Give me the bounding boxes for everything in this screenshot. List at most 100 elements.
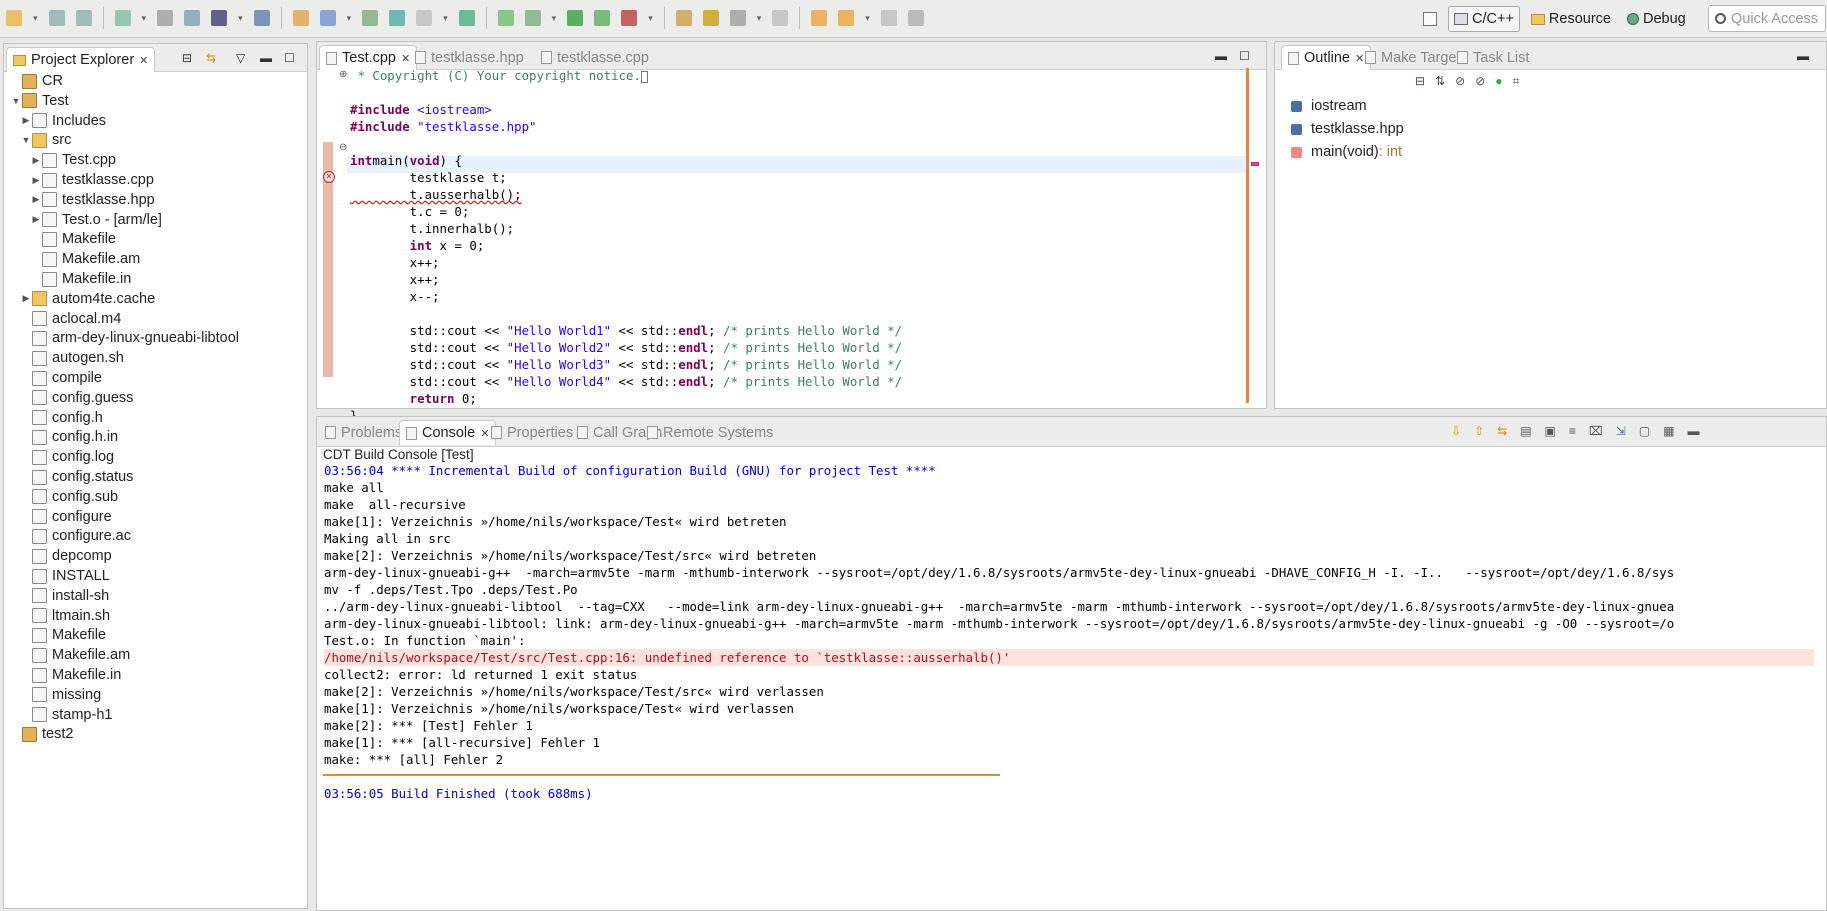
tree-item[interactable]: install-sh	[4, 586, 109, 606]
pin-icon[interactable]	[907, 10, 924, 26]
tab-task-list[interactable]: Task List	[1451, 45, 1535, 70]
view-menu-icon[interactable]: ▽	[236, 51, 245, 65]
tree-item[interactable]: missing	[4, 685, 101, 705]
tree-item[interactable]: config.status	[4, 467, 133, 487]
tree-item[interactable]: ▶ Test.cpp	[4, 150, 116, 170]
tab-problems[interactable]: Problems	[319, 420, 408, 445]
tree-item[interactable]: config.h	[4, 408, 103, 428]
console-output[interactable]: 03:56:04 **** Incremental Build of confi…	[324, 462, 1814, 802]
tree-item[interactable]: aclocal.m4	[4, 309, 121, 329]
tab-properties[interactable]: Properties	[485, 420, 579, 445]
perspective-resource-button[interactable]: Resource	[1526, 6, 1616, 32]
binary-icon[interactable]	[184, 10, 201, 26]
tree-item[interactable]: ▶ testklasse.cpp	[4, 170, 154, 190]
tree-item[interactable]: stamp-h1	[4, 705, 112, 725]
tree-item[interactable]: config.guess	[4, 388, 133, 408]
outline-minimize-icon[interactable]: ▬	[1797, 49, 1809, 63]
tree-item[interactable]: ▶ autom4te.cache	[4, 289, 156, 309]
collapse-function-icon[interactable]: ⊖	[339, 142, 347, 153]
tree-item[interactable]: test2	[4, 724, 73, 744]
skip-icon[interactable]	[253, 10, 270, 26]
dropdown-arrow-icon[interactable]: ▾	[757, 13, 762, 24]
coverage-icon[interactable]	[594, 10, 611, 26]
tree-item[interactable]: Makefile.in	[4, 665, 121, 685]
group-icon[interactable]: ⌗	[1513, 74, 1520, 94]
overview-error-mark[interactable]	[1251, 162, 1259, 166]
scroll-lock-icon[interactable]: ▣	[1545, 424, 1556, 438]
forward-icon[interactable]	[880, 10, 897, 26]
word-wrap-icon[interactable]: ≡	[1569, 424, 1576, 438]
hammer-icon[interactable]	[157, 10, 174, 26]
tree-item[interactable]: config.sub	[4, 487, 118, 507]
tree-item[interactable]: ▶ Test.o - [arm/le]	[4, 210, 162, 230]
gear-icon[interactable]	[362, 10, 379, 26]
annotation-icon[interactable]	[729, 10, 746, 26]
dropdown-arrow-icon[interactable]: ▾	[238, 13, 243, 24]
tree-item[interactable]: Makefile.in	[4, 269, 131, 289]
chevron-right-icon[interactable]: ▶	[30, 214, 42, 225]
editor-minimize-icon[interactable]: ▬	[1215, 49, 1227, 63]
next-annotation-icon[interactable]: ⇩	[1451, 424, 1461, 438]
chevron-right-icon[interactable]: ▶	[20, 293, 32, 304]
run-icon[interactable]	[567, 10, 584, 26]
dropdown-arrow-icon[interactable]: ▾	[552, 13, 557, 24]
tree-item[interactable]: config.h.in	[4, 427, 118, 447]
maximize-icon[interactable]: ☐	[284, 51, 295, 65]
tree-item[interactable]: CR	[4, 71, 63, 91]
quick-access-field[interactable]: Quick Access	[1708, 5, 1826, 32]
hide-fields-icon[interactable]: ⊘	[1455, 74, 1465, 94]
search-icon[interactable]	[702, 10, 719, 26]
new-source-icon[interactable]	[458, 10, 475, 26]
tree-item[interactable]: ▶ testklasse.hpp	[4, 190, 155, 210]
perspective-cpp-button[interactable]: C/C++	[1448, 6, 1520, 32]
expand-comment-icon[interactable]: ⊕	[339, 69, 347, 80]
source-code[interactable]: * Copyright (C) Your copyright notice. #…	[350, 67, 902, 424]
display-console-icon[interactable]: ▢	[1639, 424, 1650, 438]
sort-icon[interactable]: ⇅	[1435, 74, 1445, 94]
chevron-right-icon[interactable]: ▶	[30, 194, 42, 205]
tree-item[interactable]: ▼ Test	[4, 91, 69, 111]
outline-item[interactable]: testklasse.hpp	[1291, 119, 1811, 139]
prev-icon[interactable]	[811, 10, 828, 26]
save-icon[interactable]	[48, 10, 65, 26]
stop-icon[interactable]	[621, 10, 638, 26]
new-icon[interactable]	[6, 10, 22, 26]
remove-launch-icon[interactable]: ⌧	[1589, 424, 1603, 438]
hide-static-icon[interactable]: ⊘	[1475, 74, 1485, 94]
hide-nonpublic-icon[interactable]: ●	[1495, 74, 1502, 94]
prev-annotation-icon[interactable]: ⇧	[1474, 424, 1484, 438]
outline-item[interactable]: main(void) : int	[1291, 142, 1811, 162]
chevron-right-icon[interactable]: ▶	[30, 155, 42, 166]
console-minimize-icon[interactable]: ▬	[1687, 424, 1699, 438]
open-type-icon[interactable]	[675, 10, 692, 26]
tree-item[interactable]: arm-dey-linux-gnueabi-libtool	[4, 328, 239, 348]
editor-maximize-icon[interactable]: ☐	[1239, 49, 1250, 63]
dropdown-arrow-icon[interactable]: ▾	[33, 13, 38, 24]
outline-item[interactable]: iostream	[1291, 96, 1811, 116]
dropdown-arrow-icon[interactable]: ▾	[347, 13, 352, 24]
dropdown-arrow-icon[interactable]: ▾	[443, 13, 448, 24]
chevron-right-icon[interactable]: ▶	[30, 175, 42, 186]
tree-item[interactable]: ltmain.sh	[4, 606, 110, 626]
build-icon[interactable]	[114, 10, 131, 26]
dropdown-arrow-icon[interactable]: ▾	[865, 13, 870, 24]
collapse-all-icon[interactable]: ⊟	[182, 51, 192, 65]
tree-item[interactable]: Makefile	[4, 229, 116, 249]
tab-remote-systems[interactable]: Remote Systems	[641, 420, 779, 445]
tree-item[interactable]: configure	[4, 507, 112, 527]
save-all-icon[interactable]	[75, 10, 92, 26]
tree-item[interactable]: INSTALL	[4, 566, 110, 586]
tree-item[interactable]: Makefile.am	[4, 249, 140, 269]
tree-item[interactable]: depcomp	[4, 546, 112, 566]
minimize-icon[interactable]: ▬	[260, 51, 272, 65]
new-file-icon[interactable]	[416, 10, 433, 26]
dropdown-arrow-icon[interactable]: ▾	[142, 13, 147, 24]
link-editor-icon[interactable]: ⇆	[206, 51, 216, 65]
chevron-down-icon[interactable]: ▼	[10, 96, 22, 106]
refresh-icon[interactable]	[497, 10, 514, 26]
tab-console[interactable]: Console ✕	[399, 420, 497, 445]
tree-item[interactable]: Makefile.am	[4, 645, 130, 665]
error-marker-icon[interactable]: ✕	[323, 171, 335, 183]
collapse-all-icon[interactable]: ⊟	[1415, 74, 1425, 94]
dropdown-arrow-icon[interactable]: ▾	[648, 13, 653, 24]
